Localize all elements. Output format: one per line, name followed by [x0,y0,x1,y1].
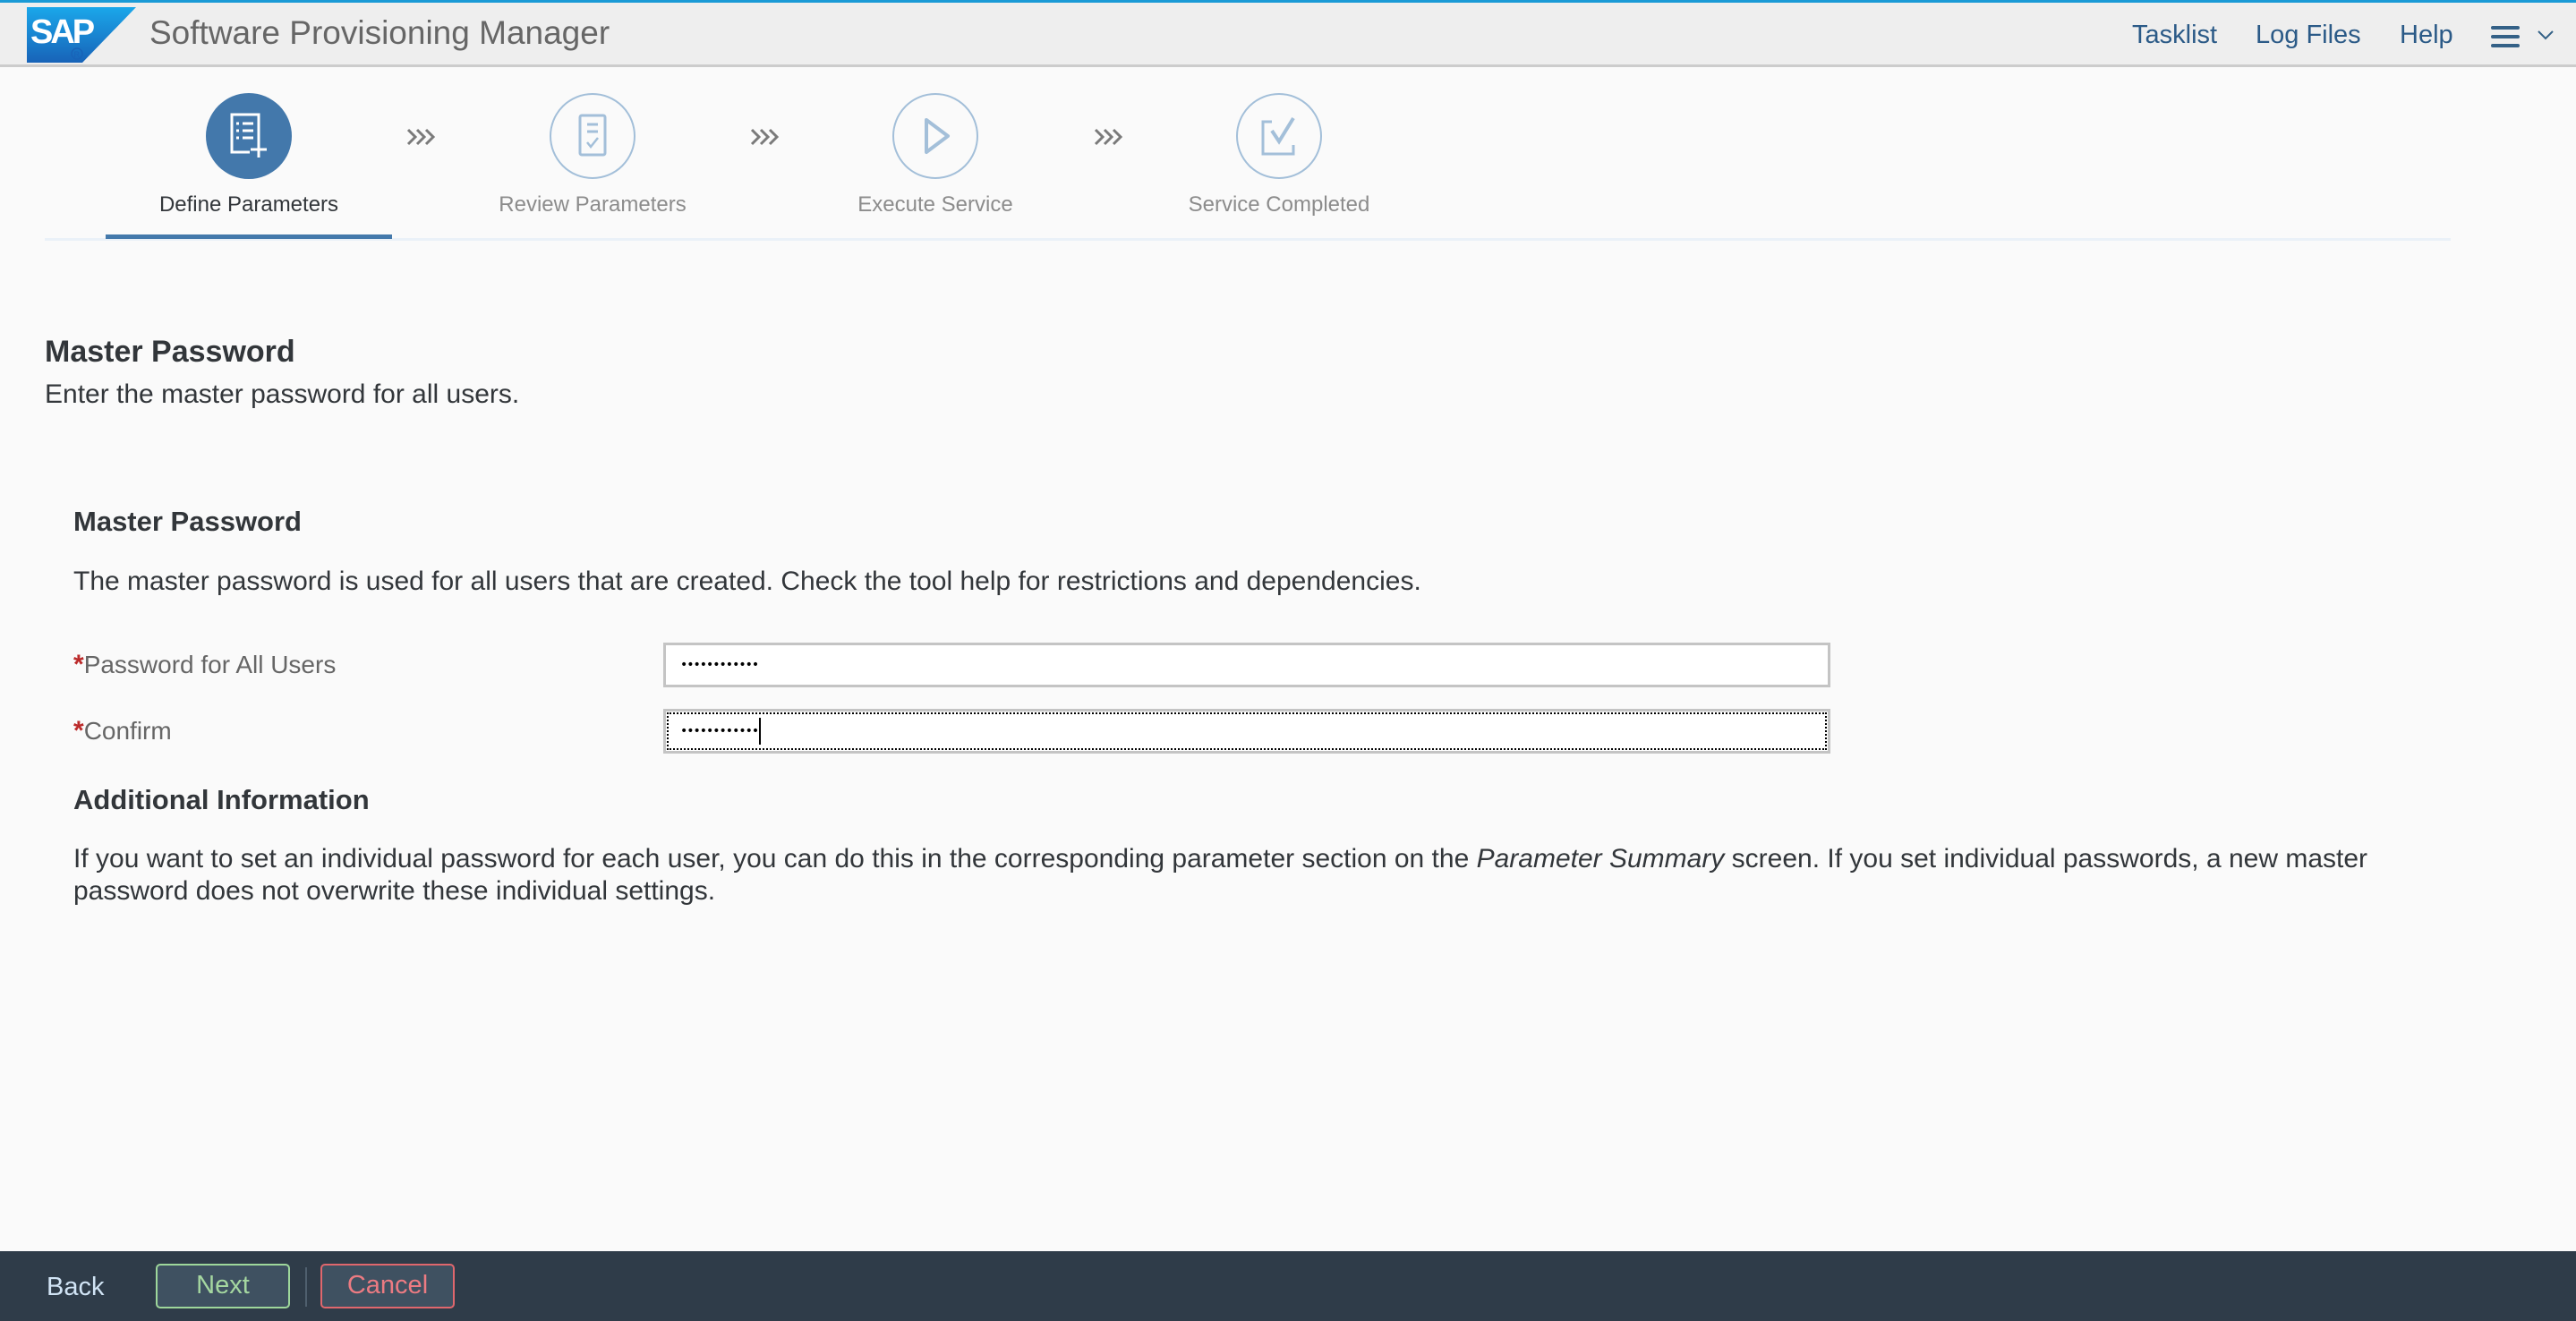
required-marker: * [73,716,84,746]
page-subtitle: Enter the master password for all users. [45,379,520,409]
step-review-parameters[interactable]: Review Parameters [449,93,736,218]
required-marker: * [73,650,84,679]
app-title: Software Provisioning Manager [149,14,610,51]
play-icon [892,93,978,179]
step-label: Define Parameters [158,192,339,217]
additional-info-heading: Additional Information [73,784,370,815]
app-header: SAP R Software Provisioning Manager Task… [0,3,2576,67]
nav-help[interactable]: Help [2400,17,2453,53]
hamburger-menu-icon[interactable] [2491,26,2520,47]
back-button[interactable]: Back [47,1269,104,1305]
step-service-completed[interactable]: Service Completed [1136,93,1422,218]
chevron-down-icon[interactable] [2535,24,2556,46]
step-chevrons-icon [750,128,780,146]
step-chevrons-icon [1094,128,1123,146]
step-label: Service Completed [1188,192,1370,217]
nav-tasklist[interactable]: Tasklist [2132,17,2217,53]
svg-text:R: R [74,50,81,59]
password-input[interactable]: •••••••••••• [663,643,1830,687]
parameter-summary-ref: Parameter Summary [1476,844,1725,874]
steps-divider [45,238,2451,241]
step-chevrons-icon [406,128,436,146]
nav-log-files[interactable]: Log Files [2256,17,2361,53]
checkbox-complete-icon [1236,93,1322,179]
page-title: Master Password [45,335,295,369]
cancel-button[interactable]: Cancel [320,1264,455,1308]
password-label: *Password for All Users [73,650,337,679]
footer-toolbar: Back Next Cancel [0,1251,2576,1321]
section-heading: Master Password [73,506,302,537]
step-label: Review Parameters [499,192,687,217]
footer-divider [305,1267,307,1307]
additional-info-text: If you want to set an individual passwor… [73,844,2368,906]
confirm-password-input[interactable]: •••••••••••• [663,709,1830,754]
step-label: Execute Service [857,192,1013,217]
confirm-label: *Confirm [73,716,172,746]
svg-text:SAP: SAP [30,13,95,51]
text-caret [759,718,762,745]
review-document-icon [550,93,635,179]
step-define-parameters[interactable]: Define Parameters [106,93,392,218]
section-description: The master password is used for all user… [73,567,1421,596]
sap-logo: SAP R [27,7,136,63]
active-step-indicator [106,234,392,239]
form-add-icon [206,93,292,179]
step-execute-service[interactable]: Execute Service [792,93,1079,218]
next-button[interactable]: Next [156,1264,290,1308]
